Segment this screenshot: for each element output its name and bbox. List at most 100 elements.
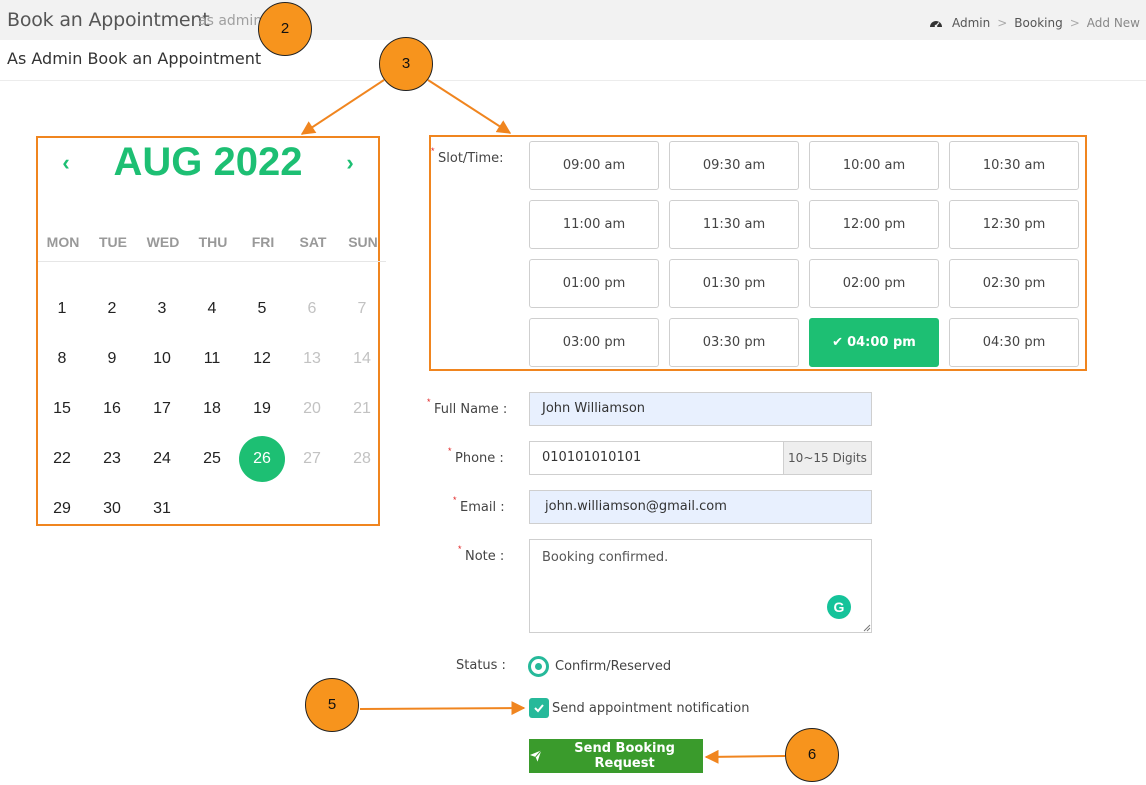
calendar-day[interactable]: 24 (139, 436, 185, 482)
calendar-day: 14 (353, 350, 371, 367)
calendar-day[interactable]: 29 (39, 486, 85, 532)
full-name-input[interactable]: John Williamson (529, 392, 872, 426)
time-slot-button[interactable]: 02:00 pm (809, 259, 939, 308)
time-slot-label: 09:00 am (562, 158, 626, 173)
calendar-day[interactable]: 22 (39, 436, 85, 482)
callout-arrow-slots (427, 79, 512, 134)
callout-arrow-checkbox (359, 701, 526, 716)
time-slot-label: 02:00 pm (842, 276, 906, 291)
callout-5: 5 (305, 678, 359, 732)
calendar-day[interactable]: 23 (89, 436, 135, 482)
email-label: Email : (460, 500, 505, 515)
calendar-day[interactable]: 9 (89, 336, 135, 382)
calendar-day[interactable]: 17 (139, 386, 185, 432)
weekday-wed: WED (146, 234, 180, 250)
calendar: AUG 2022 ‹ › MON TUE WED THU FRI SAT SUN… (36, 136, 386, 526)
calendar-day: 20 (303, 400, 321, 417)
time-slot-button[interactable]: 09:30 am (669, 141, 799, 190)
note-textarea[interactable]: Booking confirmed. (529, 539, 872, 633)
time-slot-button[interactable]: 10:00 am (809, 141, 939, 190)
calendar-day[interactable]: 8 (39, 336, 85, 382)
time-slot-button[interactable]: 04:30 pm (949, 318, 1079, 367)
time-slot-button[interactable]: 10:30 am (949, 141, 1079, 190)
calendar-day[interactable]: 3 (139, 286, 185, 332)
calendar-day[interactable]: 25 (189, 436, 235, 482)
time-slot-label: 03:00 pm (562, 335, 626, 350)
notification-checkbox[interactable] (529, 698, 549, 718)
time-slot-button[interactable]: 03:00 pm (529, 318, 659, 367)
time-slot-button[interactable]: 11:00 am (529, 200, 659, 249)
breadcrumb-admin[interactable]: Admin (952, 16, 990, 30)
notification-checkbox-label: Send appointment notification (552, 701, 750, 716)
section-heading: As Admin Book an Appointment (7, 49, 262, 68)
time-slot-button[interactable]: ✔ 04:00 pm (809, 318, 939, 367)
weekday-sun: SUN (348, 234, 378, 250)
time-slot-label: 10:30 am (982, 158, 1046, 173)
breadcrumb-booking[interactable]: Booking (1014, 16, 1062, 30)
phone-digits-hint: 10~15 Digits (783, 441, 872, 475)
time-slot-label: 11:00 am (562, 217, 626, 232)
time-slot-button[interactable]: 09:00 am (529, 141, 659, 190)
calendar-weekday-row: MON TUE WED THU FRI SAT SUN (38, 234, 386, 262)
page-subtitle: as admin (198, 13, 263, 29)
required-marker: * (431, 146, 435, 156)
paper-plane-icon (529, 750, 542, 762)
calendar-day: 6 (307, 300, 317, 317)
callout-3: 3 (379, 37, 433, 91)
required-marker: * (453, 495, 457, 505)
resize-handle-icon[interactable] (863, 624, 871, 632)
calendar-month-label: AUG 2022 (113, 140, 303, 184)
time-slot-button[interactable]: 02:30 pm (949, 259, 1079, 308)
time-slot-button[interactable]: 11:30 am (669, 200, 799, 249)
calendar-day: 13 (303, 350, 321, 367)
calendar-day[interactable]: 10 (139, 336, 185, 382)
time-slot-label: 03:30 pm (702, 335, 766, 350)
calendar-day[interactable]: 26 (239, 436, 285, 482)
calendar-day[interactable]: 16 (89, 386, 135, 432)
calendar-day[interactable]: 12 (239, 336, 285, 382)
required-marker: * (427, 397, 431, 407)
grammarly-icon[interactable]: G (827, 595, 851, 619)
time-slot-button[interactable]: 01:30 pm (669, 259, 799, 308)
dashboard-icon (929, 21, 942, 28)
time-slot-label: 09:30 am (702, 158, 766, 173)
time-slot-label: 11:30 am (702, 217, 766, 232)
calendar-day: 21 (353, 400, 371, 417)
status-label: Status : (456, 658, 506, 673)
send-booking-request-button[interactable]: Send Booking Request (529, 739, 703, 773)
required-marker: * (458, 544, 462, 554)
time-slot-button[interactable]: 12:30 pm (949, 200, 1079, 249)
status-radio[interactable] (528, 656, 549, 677)
calendar-day[interactable]: 31 (139, 486, 185, 532)
breadcrumb-separator: > (1069, 16, 1080, 30)
calendar-day[interactable]: 4 (189, 286, 235, 332)
calendar-day[interactable]: 2 (89, 286, 135, 332)
calendar-day[interactable]: 15 (39, 386, 85, 432)
chevron-right-icon[interactable]: › (340, 150, 360, 176)
time-slot-label: 10:00 am (842, 158, 906, 173)
time-slot-label: 01:00 pm (562, 276, 626, 291)
time-slot-button[interactable]: 01:00 pm (529, 259, 659, 308)
calendar-day[interactable]: 30 (89, 486, 135, 532)
note-label: Note : (465, 549, 505, 564)
callout-arrow-submit (704, 749, 786, 764)
weekday-fri: FRI (251, 234, 275, 250)
phone-input[interactable]: 010101010101 (529, 441, 784, 475)
weekday-thu: THU (198, 234, 228, 250)
weekday-mon: MON (46, 234, 80, 250)
time-slot-button[interactable]: 03:30 pm (669, 318, 799, 367)
weekday-sat: SAT (299, 234, 327, 250)
calendar-day: 28 (353, 450, 371, 467)
calendar-day[interactable]: 18 (189, 386, 235, 432)
calendar-day[interactable]: 11 (189, 336, 235, 382)
calendar-day[interactable]: 5 (239, 286, 285, 332)
time-slot-label: 01:30 pm (702, 276, 766, 291)
check-icon (534, 704, 544, 713)
phone-label: Phone : (455, 451, 504, 466)
divider (0, 80, 1146, 81)
time-slot-button[interactable]: 12:00 pm (809, 200, 939, 249)
calendar-day[interactable]: 19 (239, 386, 285, 432)
email-input[interactable]: john.williamson@gmail.com (529, 490, 872, 524)
calendar-day[interactable]: 1 (39, 286, 85, 332)
chevron-left-icon[interactable]: ‹ (56, 150, 76, 176)
